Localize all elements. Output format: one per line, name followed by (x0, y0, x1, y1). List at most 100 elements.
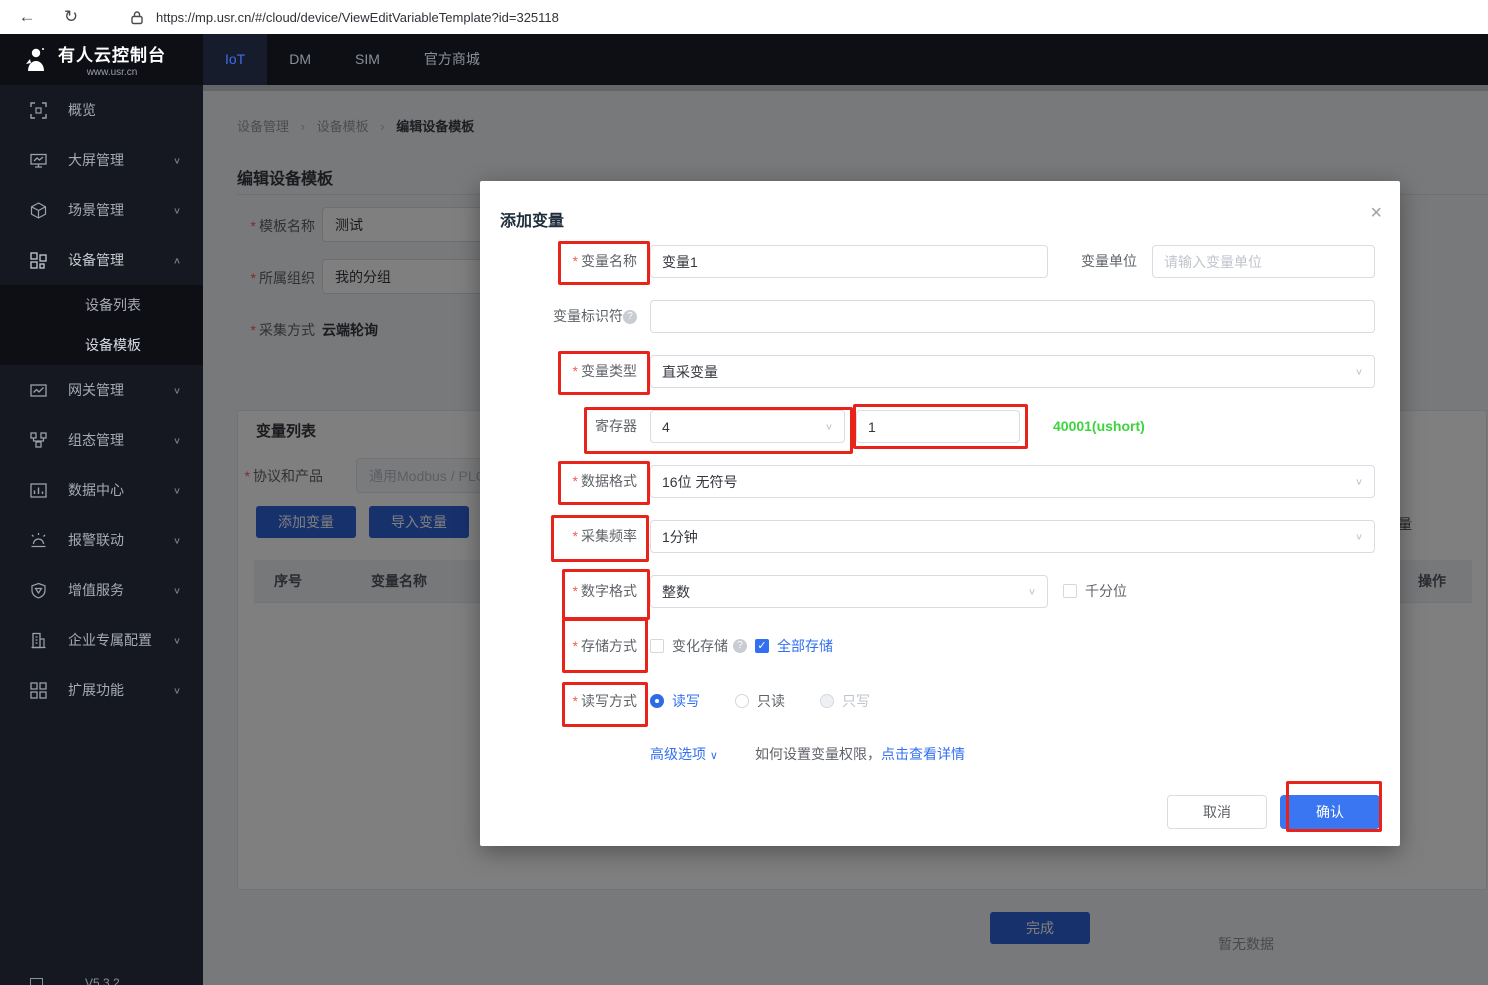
radio-read-write[interactable] (650, 694, 664, 708)
sidebar-item-device[interactable]: 设备管理 ∧ (0, 235, 203, 285)
register-select[interactable]: 4∨ (650, 410, 845, 443)
sidebar-submenu-device: 设备列表 设备模板 (0, 285, 203, 365)
sidebar-subitem-device-list[interactable]: 设备列表 (0, 285, 203, 325)
url-bar[interactable]: https://mp.usr.cn/#/cloud/device/ViewEdi… (156, 10, 559, 25)
required-asterisk: * (573, 473, 578, 489)
version-label: V5.3.2 (85, 976, 120, 985)
lock-icon (128, 8, 146, 26)
collect-frequency-label: *采集频率 (520, 520, 637, 553)
close-icon[interactable]: × (1370, 203, 1382, 223)
brand-logo[interactable]: 有人云控制台 www.usr.cn (0, 34, 203, 85)
register-label: 寄存器 (520, 410, 637, 443)
register-address-input[interactable] (856, 410, 1020, 443)
sidebar-item-extension[interactable]: 扩展功能 ∨ (0, 665, 203, 715)
nav-tab-sim[interactable]: SIM (333, 34, 402, 85)
sidebar-item-label: 报警联动 (68, 530, 124, 550)
radio-read-only-label: 只读 (757, 685, 785, 718)
variable-unit-input[interactable] (1152, 245, 1375, 278)
storage-method-label: *存储方式 (520, 630, 637, 663)
sidebar-item-vas[interactable]: 增值服务 ∨ (0, 565, 203, 615)
gateway-icon (30, 382, 47, 399)
variable-name-label: *变量名称 (520, 245, 637, 278)
sidebar-item-enterprise[interactable]: 企业专属配置 ∨ (0, 615, 203, 665)
number-format-select[interactable]: 整数∨ (650, 575, 1048, 608)
extension-icon (30, 682, 47, 699)
chevron-down-icon: ∨ (173, 535, 181, 545)
sidebar-item-label: 场景管理 (68, 200, 124, 220)
variable-identifier-input[interactable] (650, 300, 1375, 333)
sidebar-item-scene[interactable]: 场景管理 ∨ (0, 185, 203, 235)
sidebar-item-datacenter[interactable]: 数据中心 ∨ (0, 465, 203, 515)
variable-type-label: *变量类型 (520, 355, 637, 388)
register-hint: 40001(ushort) (1053, 410, 1145, 443)
chevron-down-icon: ∨ (173, 485, 181, 495)
variable-type-select[interactable]: 直采变量∨ (650, 355, 1375, 388)
nav-tab-shop[interactable]: 官方商城 (402, 34, 502, 85)
browser-chrome: ← ↻ https://mp.usr.cn/#/cloud/device/Vie… (0, 0, 1488, 35)
sidebar-item-label: 企业专属配置 (68, 630, 152, 650)
chevron-down-icon: ∨ (1355, 476, 1363, 486)
thousands-label: 千分位 (1085, 575, 1127, 608)
required-asterisk: * (573, 638, 578, 654)
permission-hint: 如何设置变量权限，点击查看详情 (755, 738, 965, 771)
chevron-down-icon: ∨ (173, 685, 181, 695)
sidebar-item-bigscreen[interactable]: 大屏管理 ∨ (0, 135, 203, 185)
chevron-down-icon: ∨ (173, 155, 181, 165)
confirm-button[interactable]: 确认 (1280, 795, 1380, 829)
value-service-icon (30, 582, 47, 599)
data-format-select[interactable]: 16位 无符号∨ (650, 465, 1375, 498)
required-asterisk: * (573, 528, 578, 544)
permission-detail-link[interactable]: 点击查看详情 (881, 746, 965, 762)
sidebar-version: V5.3.2 (0, 976, 203, 985)
variable-identifier-label: 变量标识符? (520, 300, 637, 333)
sidebar-item-label: 概览 (68, 100, 96, 120)
alarm-icon (30, 532, 47, 549)
brand-title: 有人云控制台 (58, 41, 166, 66)
chevron-down-icon: ∨ (173, 385, 181, 395)
number-format-label: *数字格式 (520, 575, 637, 608)
collect-frequency-select[interactable]: 1分钟∨ (650, 520, 1375, 553)
cancel-button[interactable]: 取消 (1167, 795, 1267, 829)
storage-all-checkbox[interactable]: ✓ (755, 639, 769, 653)
radio-read-only[interactable] (735, 694, 749, 708)
question-circle-icon[interactable]: ? (623, 310, 637, 324)
nav-tab-iot[interactable]: IoT (203, 34, 267, 85)
browser-back-icon[interactable]: ← (12, 7, 42, 27)
variable-name-input[interactable] (650, 245, 1048, 278)
chevron-down-icon: ∨ (710, 750, 718, 762)
device-icon (30, 252, 47, 269)
chevron-down-icon: ∨ (825, 421, 833, 431)
nav-tab-dm[interactable]: DM (267, 34, 333, 85)
radio-write-only[interactable] (820, 694, 834, 708)
storage-all-label: 全部存储 (777, 630, 833, 663)
sidebar-item-label: 扩展功能 (68, 680, 124, 700)
chevron-down-icon: ∨ (173, 635, 181, 645)
required-asterisk: * (573, 253, 578, 269)
question-circle-icon[interactable]: ? (733, 639, 747, 653)
required-asterisk: * (573, 693, 578, 709)
chevron-down-icon: ∨ (173, 435, 181, 445)
advanced-options-link[interactable]: 高级选项 ∨ (650, 738, 718, 771)
storage-change-label: 变化存储 (672, 630, 728, 663)
sidebar-item-overview[interactable]: 概览 (0, 85, 203, 135)
required-asterisk: * (573, 583, 578, 599)
scada-icon (30, 432, 47, 449)
sidebar: 概览 大屏管理 ∨ 场景管理 ∨ 设备管理 ∧ 设备列表 设备模板 网关管理 ∨… (0, 85, 203, 985)
sidebar-item-gateway[interactable]: 网关管理 ∨ (0, 365, 203, 415)
enterprise-icon (30, 632, 47, 649)
storage-change-checkbox[interactable] (650, 639, 664, 653)
modal-title: 添加变量 (500, 207, 564, 231)
sidebar-item-alarm[interactable]: 报警联动 ∨ (0, 515, 203, 565)
chevron-down-icon: ∨ (173, 205, 181, 215)
variable-unit-label: 变量单位 (1020, 245, 1137, 278)
sidebar-subitem-device-template[interactable]: 设备模板 (0, 325, 203, 365)
data-format-label: *数据格式 (520, 465, 637, 498)
datacenter-icon (30, 482, 47, 499)
browser-reload-icon[interactable]: ↻ (56, 7, 86, 27)
sidebar-item-label: 设备管理 (68, 250, 124, 270)
radio-write-only-label: 只写 (842, 685, 870, 718)
thousands-checkbox[interactable] (1063, 584, 1077, 598)
sidebar-item-label: 增值服务 (68, 580, 124, 600)
sidebar-item-scada[interactable]: 组态管理 ∨ (0, 415, 203, 465)
usr-person-icon (20, 45, 50, 75)
